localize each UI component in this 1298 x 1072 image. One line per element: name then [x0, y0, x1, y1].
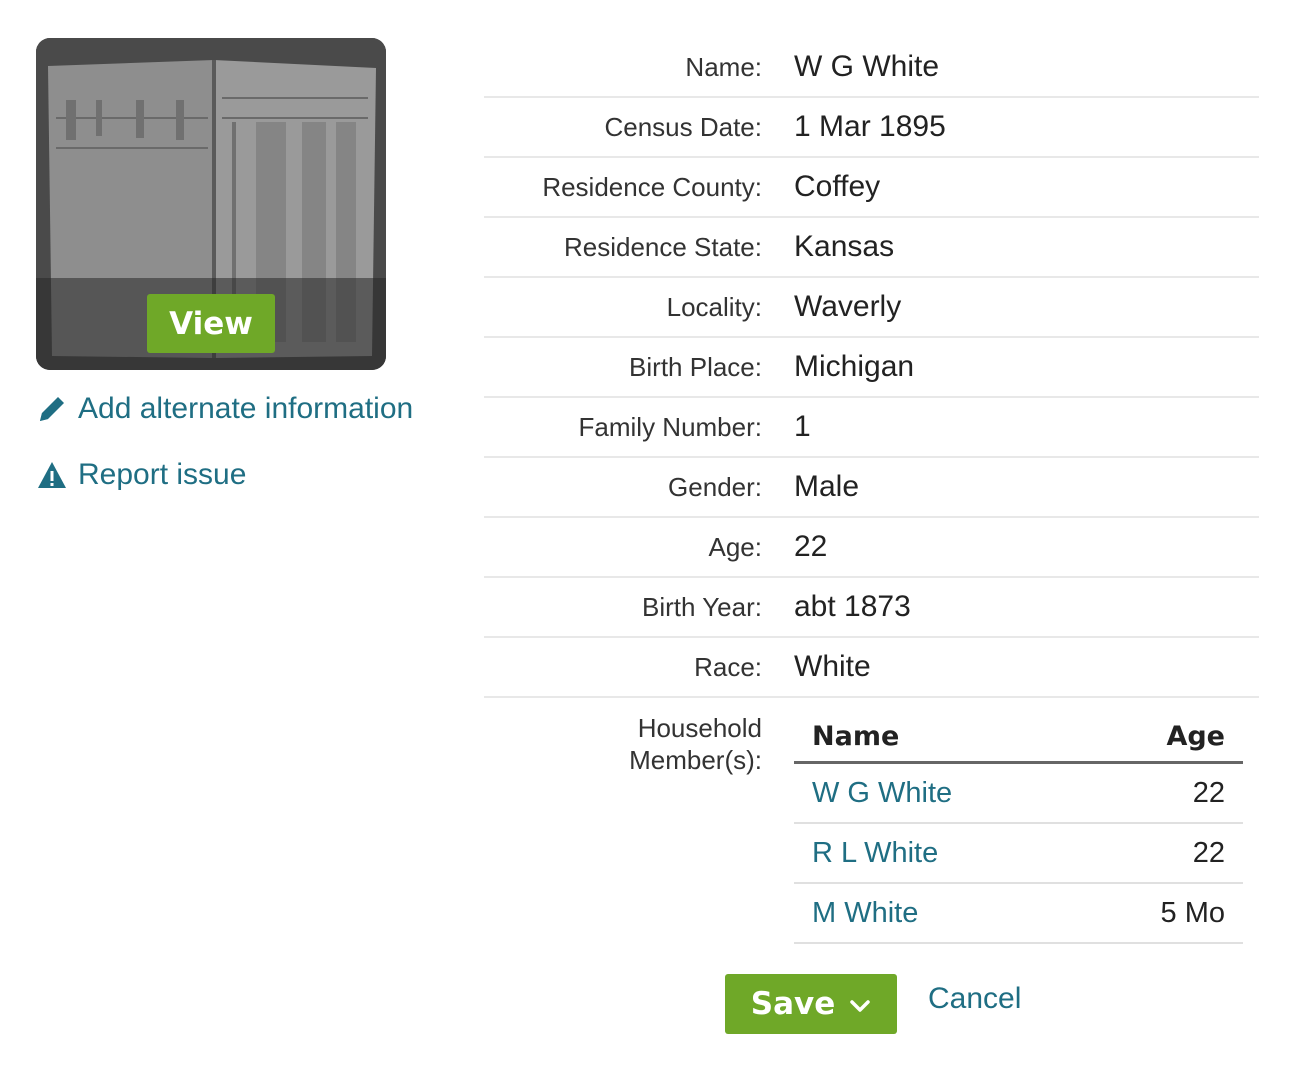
report-issue-label: Report issue: [78, 458, 247, 491]
column-header-name: Name: [812, 721, 900, 752]
household-label-line1: Household: [637, 713, 762, 743]
member-age: 5 Mo: [1160, 896, 1225, 929]
report-issue-link[interactable]: Report issue: [36, 458, 246, 492]
field-label: Age:: [708, 531, 763, 562]
cancel-link[interactable]: Cancel: [928, 982, 1021, 1016]
table-row: M White 5 Mo: [794, 884, 1243, 944]
add-alternate-information-label: Add alternate information: [78, 392, 414, 425]
field-value: Kansas: [794, 230, 895, 263]
field-label: Name:: [685, 51, 762, 82]
field-value: Male: [794, 470, 860, 503]
household-members-table: Name Age W G White 22 R L White 22 M Whi…: [794, 712, 1243, 944]
table-row: R L White 22: [794, 824, 1243, 884]
field-row-residence-county: Residence County: Coffey: [484, 158, 1259, 218]
field-row-race: Race: White: [484, 638, 1259, 698]
field-label: Family Number:: [578, 411, 762, 442]
pencil-icon: [36, 393, 68, 425]
field-label: Birth Place:: [629, 351, 762, 382]
table-row: W G White 22: [794, 764, 1243, 824]
record-image-thumbnail[interactable]: View: [36, 38, 386, 370]
member-name-link[interactable]: W G White: [812, 777, 952, 810]
column-header-age: Age: [1166, 721, 1225, 752]
field-value: W G White: [794, 50, 940, 83]
member-age: 22: [1192, 836, 1225, 869]
field-row-residence-state: Residence State: Kansas: [484, 218, 1259, 278]
add-alternate-information-link[interactable]: Add alternate information: [36, 392, 413, 426]
field-row-birth-year: Birth Year: abt 1873: [484, 578, 1259, 638]
field-row-census-date: Census Date: 1 Mar 1895: [484, 98, 1259, 158]
field-row-birth-place: Birth Place: Michigan: [484, 338, 1259, 398]
member-age: 22: [1192, 776, 1225, 809]
record-details: Name: W G White Census Date: 1 Mar 1895 …: [484, 38, 1259, 698]
field-value: 1: [794, 410, 811, 443]
field-label: Locality:: [666, 291, 762, 322]
field-label: Residence County:: [542, 171, 762, 202]
field-label: Census Date:: [604, 111, 762, 142]
save-button[interactable]: Save: [725, 974, 897, 1034]
field-row-name: Name: W G White: [484, 38, 1259, 98]
field-value: White: [794, 650, 871, 683]
field-row-gender: Gender: Male: [484, 458, 1259, 518]
field-label: Birth Year:: [642, 591, 762, 622]
field-label: Gender:: [668, 471, 762, 502]
view-image-button[interactable]: View: [147, 294, 275, 353]
save-button-label: Save: [750, 986, 836, 1022]
field-row-age: Age: 22: [484, 518, 1259, 578]
chevron-down-icon: [849, 986, 871, 1022]
field-row-locality: Locality: Waverly: [484, 278, 1259, 338]
field-value: Coffey: [794, 170, 881, 203]
member-name-link[interactable]: R L White: [812, 837, 938, 870]
field-row-family-number: Family Number: 1: [484, 398, 1259, 458]
field-value: Waverly: [794, 290, 902, 323]
warning-icon: [36, 459, 68, 491]
field-label: Race:: [694, 651, 762, 682]
field-value: Michigan: [794, 350, 915, 383]
field-value: abt 1873: [794, 590, 911, 623]
field-label: Residence State:: [563, 231, 762, 262]
member-name-link[interactable]: M White: [812, 897, 918, 930]
household-label: Household Member(s):: [484, 712, 762, 776]
field-value: 22: [794, 530, 828, 563]
table-header: Name Age: [794, 712, 1243, 764]
field-value: 1 Mar 1895: [794, 110, 946, 143]
household-label-line2: Member(s):: [629, 745, 762, 775]
